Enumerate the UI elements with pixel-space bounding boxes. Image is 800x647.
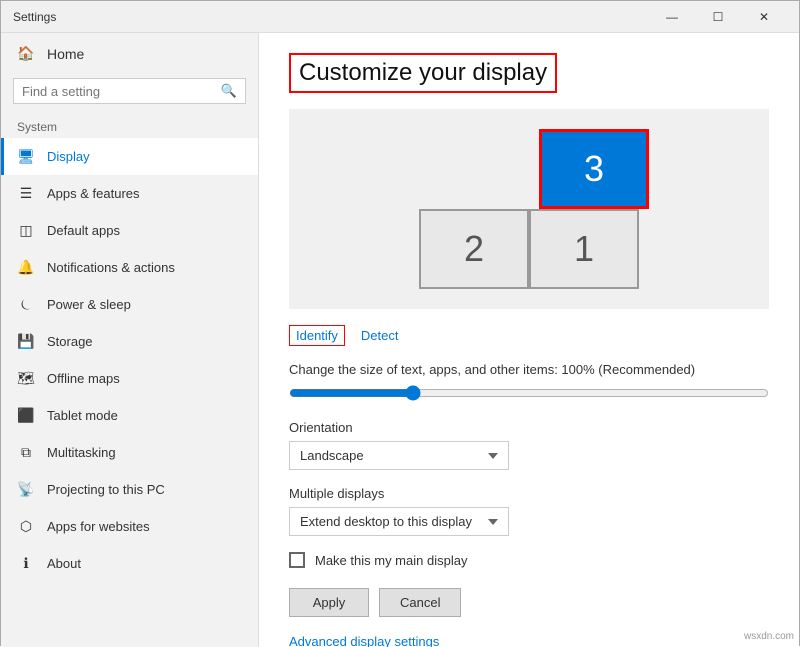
sidebar-item-storage[interactable]: 💾 Storage xyxy=(1,323,258,360)
window-controls: — ☐ ✕ xyxy=(649,1,787,33)
power-sleep-icon: ⏾ xyxy=(17,296,35,313)
projecting-label: Projecting to this PC xyxy=(47,482,165,497)
scale-label: Change the size of text, apps, and other… xyxy=(289,362,769,377)
power-sleep-label: Power & sleep xyxy=(47,297,131,312)
scale-section: Change the size of text, apps, and other… xyxy=(289,362,769,404)
identify-button[interactable]: Identify xyxy=(289,325,345,346)
notifications-icon: 🔔 xyxy=(17,259,35,276)
system-section-label: System xyxy=(1,112,258,138)
sidebar-item-multitasking[interactable]: ⧉ Multitasking xyxy=(1,434,258,471)
sidebar-item-apps-features[interactable]: ☰ Apps & features xyxy=(1,175,258,212)
search-icon: 🔍 xyxy=(221,83,237,99)
multiple-displays-label: Multiple displays xyxy=(289,486,769,501)
sidebar-item-home[interactable]: 🏠 Home xyxy=(1,33,258,74)
multiple-displays-group: Multiple displays Extend desktop to this… xyxy=(289,486,769,536)
close-button[interactable]: ✕ xyxy=(741,1,787,33)
sidebar-item-notifications[interactable]: 🔔 Notifications & actions xyxy=(1,249,258,286)
monitor-1[interactable]: 1 xyxy=(529,209,639,289)
multitasking-icon: ⧉ xyxy=(17,444,35,461)
about-icon: ℹ xyxy=(17,555,35,572)
button-row: Apply Cancel xyxy=(289,588,769,617)
projecting-icon: 📡 xyxy=(17,481,35,498)
maximize-button[interactable]: ☐ xyxy=(695,1,741,33)
scale-slider[interactable] xyxy=(289,385,769,401)
default-apps-label: Default apps xyxy=(47,223,120,238)
apps-websites-label: Apps for websites xyxy=(47,519,150,534)
offline-maps-label: Offline maps xyxy=(47,371,120,386)
advanced-display-link[interactable]: Advanced display settings xyxy=(289,634,439,647)
display-label: Display xyxy=(47,149,90,164)
sidebar-item-display[interactable]: 🖥 Display xyxy=(1,138,258,175)
watermark: wsxdn.com xyxy=(744,631,794,642)
display-actions: Identify Detect xyxy=(289,325,769,346)
multiple-displays-dropdown[interactable]: Extend desktop to this display Duplicate… xyxy=(289,507,509,536)
main-display-row: Make this my main display xyxy=(289,552,769,568)
cancel-button[interactable]: Cancel xyxy=(379,588,461,617)
about-label: About xyxy=(47,556,81,571)
sidebar-item-tablet-mode[interactable]: ⬛ Tablet mode xyxy=(1,397,258,434)
orientation-group: Orientation Landscape Portrait Landscape… xyxy=(289,420,769,470)
offline-maps-icon: 🗺 xyxy=(17,370,35,387)
search-input[interactable] xyxy=(22,84,221,99)
home-label: Home xyxy=(47,46,84,62)
orientation-label: Orientation xyxy=(289,420,769,435)
storage-label: Storage xyxy=(47,334,93,349)
multitasking-label: Multitasking xyxy=(47,445,116,460)
home-icon: 🏠 xyxy=(17,45,35,62)
search-box[interactable]: 🔍 xyxy=(13,78,246,104)
notifications-label: Notifications & actions xyxy=(47,260,175,275)
apps-websites-icon: ⬡ xyxy=(17,518,35,535)
titlebar: Settings — ☐ ✕ xyxy=(1,1,799,33)
apps-features-label: Apps & features xyxy=(47,186,140,201)
sidebar-item-projecting[interactable]: 📡 Projecting to this PC xyxy=(1,471,258,508)
app-title: Settings xyxy=(13,10,56,24)
apply-button[interactable]: Apply xyxy=(289,588,369,617)
minimize-button[interactable]: — xyxy=(649,1,695,33)
display-icon: 🖥 xyxy=(17,148,35,165)
tablet-mode-label: Tablet mode xyxy=(47,408,118,423)
orientation-dropdown[interactable]: Landscape Portrait Landscape (flipped) P… xyxy=(289,441,509,470)
detect-button[interactable]: Detect xyxy=(361,325,399,346)
sidebar-item-power-sleep[interactable]: ⏾ Power & sleep xyxy=(1,286,258,323)
main-display-checkbox[interactable] xyxy=(289,552,305,568)
sidebar-item-apps-websites[interactable]: ⬡ Apps for websites xyxy=(1,508,258,545)
sidebar-item-default-apps[interactable]: ◫ Default apps xyxy=(1,212,258,249)
default-apps-icon: ◫ xyxy=(17,222,35,239)
tablet-mode-icon: ⬛ xyxy=(17,407,35,424)
page-title: Customize your display xyxy=(289,53,557,93)
monitor-3[interactable]: 3 xyxy=(539,129,649,209)
sidebar-item-about[interactable]: ℹ About xyxy=(1,545,258,582)
storage-icon: 💾 xyxy=(17,333,35,350)
main-layout: 🏠 Home 🔍 System 🖥 Display ☰ Apps & featu… xyxy=(1,33,799,647)
sidebar: 🏠 Home 🔍 System 🖥 Display ☰ Apps & featu… xyxy=(1,33,259,647)
main-display-label: Make this my main display xyxy=(315,553,467,568)
content-area: Customize your display 3 2 1 Identify De… xyxy=(259,33,799,647)
monitor-2[interactable]: 2 xyxy=(419,209,529,289)
apps-features-icon: ☰ xyxy=(17,185,35,202)
sidebar-item-offline-maps[interactable]: 🗺 Offline maps xyxy=(1,360,258,397)
display-preview: 3 2 1 xyxy=(289,109,769,309)
